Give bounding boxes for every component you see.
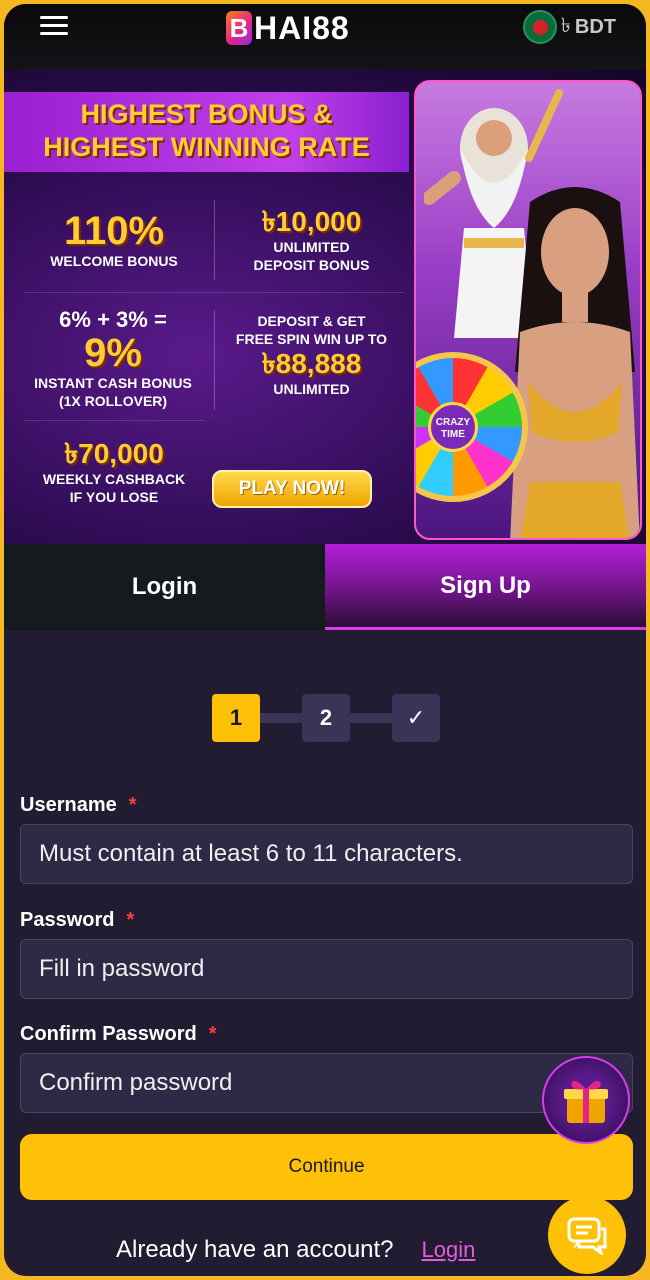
promo-deposit-value: ৳10,000 (261, 206, 362, 237)
step-connector (350, 713, 392, 723)
account-prompt-text: Already have an account? (116, 1236, 394, 1263)
required-mark: * (128, 794, 137, 816)
auth-tabs: Login Sign Up (4, 544, 646, 630)
promo-cashback-label-2: IF YOU LOSE (69, 489, 159, 505)
login-prompt: Already have an account? Login (116, 1236, 475, 1264)
promo-spin-label-3: UNLIMITED (273, 381, 350, 397)
chat-support-icon[interactable] (548, 1196, 626, 1274)
promo-deposit-label-1: UNLIMITED (273, 239, 350, 255)
step-2: 2 (302, 694, 350, 742)
confirm-password-field[interactable] (20, 1053, 633, 1113)
promo-welcome-bonus: 110% WELCOME BONUS (24, 210, 204, 270)
promo-welcome-value: 110% (63, 209, 165, 253)
promo-banner[interactable]: HIGHEST BONUS & HIGHEST WINNING RATE 110… (4, 70, 646, 544)
password-field[interactable] (20, 939, 633, 999)
username-label: Username * (20, 794, 137, 816)
app-frame: B HAI88 ৳ BDT HIGHEST BONUS & HIGHEST WI… (4, 4, 646, 1276)
promo-cash-bonus: 6% + 3% = 9% INSTANT CASH BONUS (1X ROLL… (18, 308, 208, 410)
promo-cash-formula: 6% + 3% = (59, 307, 167, 332)
play-now-button[interactable]: PLAY NOW! (212, 470, 372, 508)
promo-spin-label-1: DEPOSIT & GET (257, 313, 366, 329)
login-link[interactable]: Login (422, 1237, 476, 1263)
banner-artwork: CRAZY TIME (414, 80, 642, 540)
continue-button[interactable]: Continue (20, 1134, 633, 1200)
promo-cashback: ৳70,000 WEEKLY CASHBACK IF YOU LOSE (24, 438, 204, 506)
logo-mark: B (226, 11, 252, 45)
promo-free-spin: DEPOSIT & GET FREE SPIN WIN UP TO ৳88,88… (214, 312, 409, 398)
promo-cash-label-2: (1X ROLLOVER) (58, 393, 168, 409)
woman-illustration (510, 187, 640, 538)
logo-text: HAI88 (254, 9, 350, 46)
promo-deposit-label-2: DEPOSIT BONUS (253, 257, 370, 273)
promo-spin-label-2: FREE SPIN WIN UP TO (235, 331, 388, 347)
required-mark: * (208, 1023, 217, 1045)
headline-line-2: HIGHEST WINNING RATE (43, 132, 370, 162)
tab-login[interactable]: Login (4, 544, 325, 630)
promo-deposit-bonus: ৳10,000 UNLIMITED DEPOSIT BONUS (219, 206, 404, 274)
gift-box-icon[interactable] (542, 1056, 630, 1144)
headline-line-1: HIGHEST BONUS & (80, 99, 333, 129)
promo-cash-value: 9% (84, 331, 142, 375)
promo-cashback-label-1: WEEKLY CASHBACK (42, 471, 186, 487)
confirm-password-label: Confirm Password * (20, 1023, 217, 1045)
currency-symbol: ৳ (560, 14, 571, 37)
bangladesh-flag-icon (522, 10, 557, 44)
promo-welcome-label: WELCOME BONUS (50, 253, 178, 269)
top-header: B HAI88 ৳ BDT (4, 4, 646, 70)
currency-selector[interactable]: ৳ BDT (522, 10, 616, 44)
signup-stepper: 1 2 ✓ (212, 694, 440, 742)
promo-cashback-value: ৳70,000 (64, 438, 164, 469)
username-field[interactable] (20, 824, 633, 884)
required-mark: * (126, 909, 135, 931)
hamburger-menu-icon[interactable] (40, 16, 72, 40)
tab-signup[interactable]: Sign Up (325, 544, 646, 630)
step-connector (260, 713, 302, 723)
step-1: 1 (212, 694, 260, 742)
wheel-label: CRAZY TIME (428, 402, 478, 452)
promo-spin-value: ৳88,888 (261, 348, 362, 379)
step-complete-check-icon: ✓ (392, 694, 440, 742)
promo-cash-label-1: INSTANT CASH BONUS (34, 375, 192, 391)
currency-code: BDT (574, 15, 616, 38)
password-label: Password * (20, 909, 135, 931)
banner-headline: HIGHEST BONUS & HIGHEST WINNING RATE (4, 92, 409, 172)
brand-logo[interactable]: B HAI88 (226, 8, 350, 48)
